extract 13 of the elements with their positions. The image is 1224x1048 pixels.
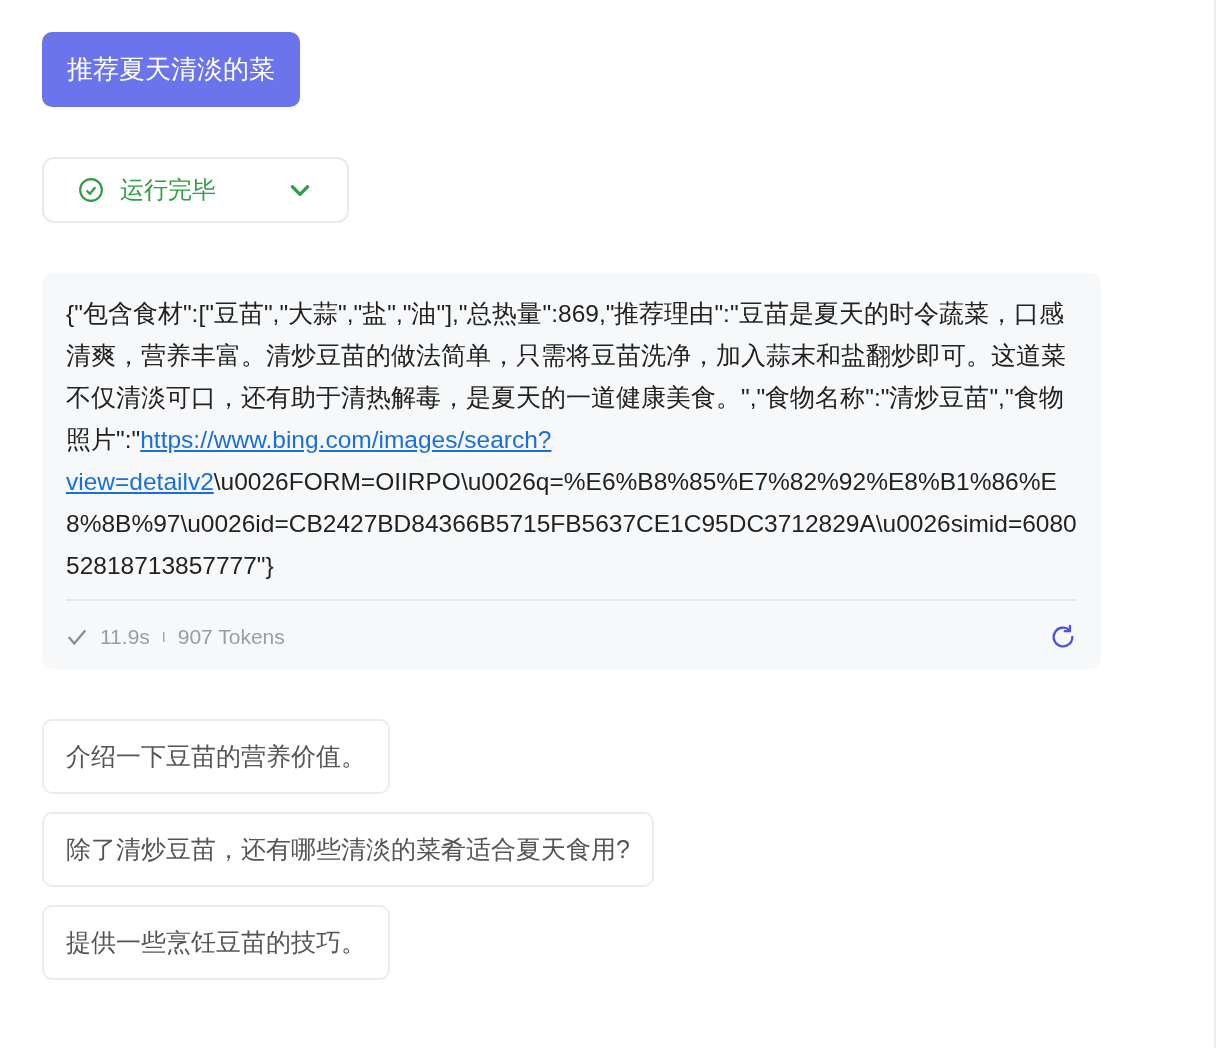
run-status-toggle[interactable]: 运行完毕 bbox=[42, 157, 349, 223]
separator-text: I bbox=[161, 629, 166, 645]
answer-text: {"包含食材":["豆苗","大蒜","盐","油"],"总热量":869,"推荐理由":"豆苗是夏天的时令蔬菜，口感清爽，营养丰富。清炒豆苗的做法简单，只需将豆苗洗净，加入蒜末和盐翻炒即可。这道菜不仅清淡可口，还有助于清热解毒，是夏天的一道健康美食。","食物名称":"清炒豆苗","食物照片":"https://www.bing.com/images/search? view=detailv2\u0026FORM=OIIRPO\u0026q=%E6%B8%85%E7%82%92%E8%B1%86%E8%8B%97\u0026id=CB2427BD84366B5715FB5637CE1C95DC3712829A\u0026simid=608052818713857777"} bbox=[66, 293, 1077, 601]
suggestion-button[interactable]: 介绍一下豆苗的营养价值。 bbox=[42, 719, 390, 794]
status-label: 运行完毕 bbox=[120, 175, 217, 205]
suggestion-button[interactable]: 除了清炒豆苗，还有哪些清淡的菜肴适合夏天食用? bbox=[42, 812, 654, 887]
suggestion-button[interactable]: 提供一些烹饪豆苗的技巧。 bbox=[42, 905, 390, 980]
image-link[interactable]: view=detailv2 bbox=[66, 468, 214, 495]
image-link[interactable]: https://www.bing.com/images/search? bbox=[140, 426, 552, 453]
check-circle-icon bbox=[78, 177, 104, 203]
duration-text: 11.9s bbox=[100, 625, 150, 649]
prompt-button[interactable]: 推荐夏天清淡的菜 bbox=[42, 32, 300, 107]
token-count: 907 Tokens bbox=[177, 625, 285, 649]
